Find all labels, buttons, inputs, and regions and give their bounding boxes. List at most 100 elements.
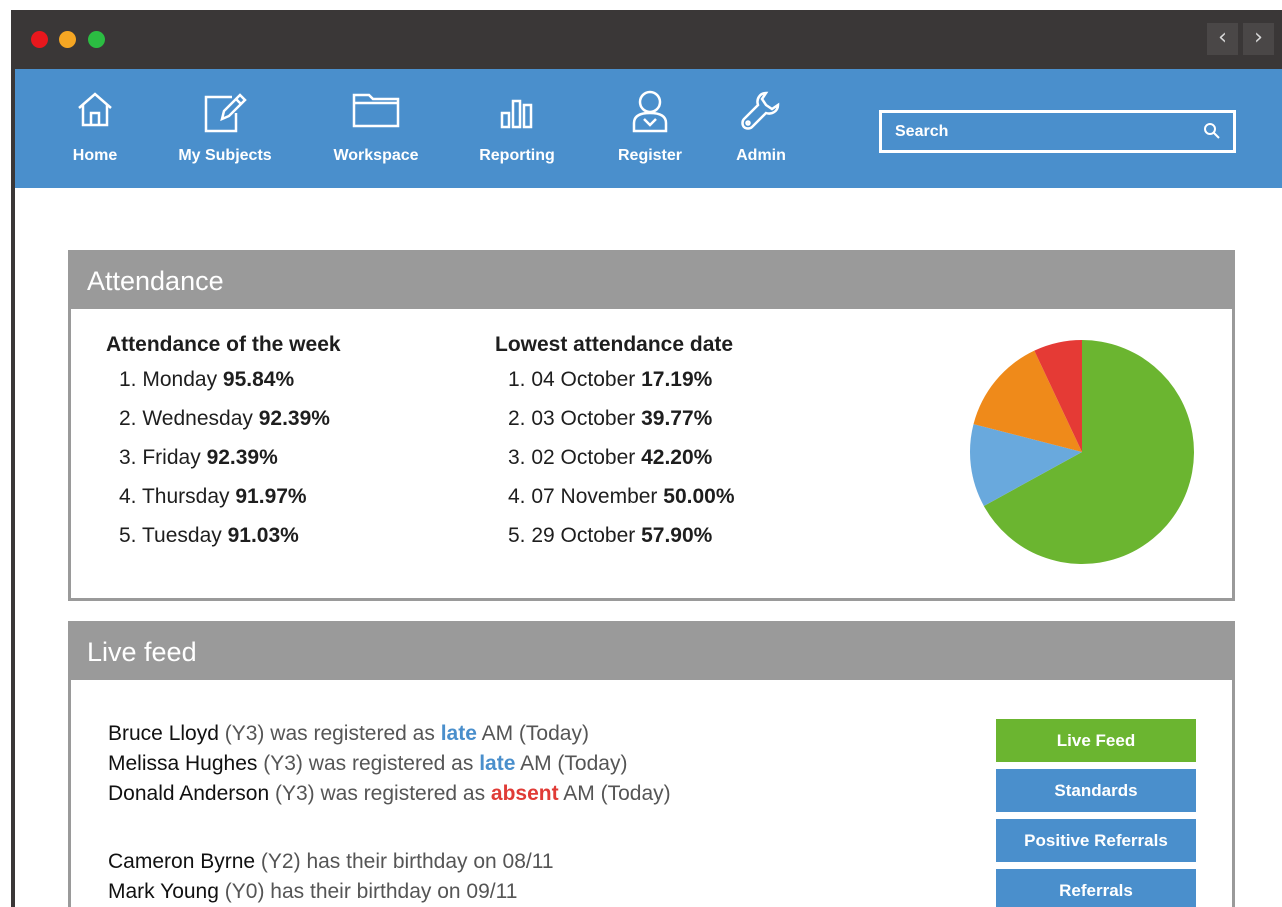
attendance-pie-chart xyxy=(970,340,1194,564)
day: Tuesday xyxy=(141,524,222,547)
attendance-panel: Attendance Attendance of the week 1. Mon… xyxy=(68,250,1235,601)
rank: 2. xyxy=(119,407,137,430)
student-year: (Y3) xyxy=(263,752,303,775)
week-attendance-list: 1. Monday 95.84% 2. Wednesday 92.39% 3. Fr… xyxy=(106,367,341,562)
notebook-pencil-icon xyxy=(204,93,247,133)
maximize-window-button[interactable] xyxy=(88,31,105,48)
nav-workspace-label: Workspace xyxy=(333,147,419,164)
live-feed-button[interactable]: Live Feed xyxy=(996,719,1196,762)
percentage: 39.77% xyxy=(641,407,713,430)
nav-home-label: Home xyxy=(72,147,118,164)
lowest-attendance-column: Lowest attendance date 1. 04 October 17.… xyxy=(495,333,735,562)
date: 29 October xyxy=(531,524,636,547)
feed-birthday: Mark Young (Y0) has their birthday on 09… xyxy=(108,877,671,907)
date: 02 October xyxy=(531,446,636,469)
week-attendance-item: 5. Tuesday 91.03% xyxy=(106,523,341,562)
live-feed-panel: Live feed Bruce Lloyd (Y3) was registere… xyxy=(68,621,1235,907)
percentage: 42.20% xyxy=(641,446,713,469)
feed-list: Bruce Lloyd (Y3) was registered as late … xyxy=(108,719,671,907)
percentage: 91.03% xyxy=(227,524,299,547)
rank: 4. xyxy=(119,485,137,508)
rank: 3. xyxy=(119,446,137,469)
rank: 5. xyxy=(508,524,526,547)
feed-event: Melissa Hughes (Y3) was registered as la… xyxy=(108,749,671,779)
live-feed-title: Live feed xyxy=(71,624,1232,680)
feed-birthday: Cameron Byrne (Y2) has their birthday on… xyxy=(108,847,671,877)
nav-my-subjects-label: My Subjects xyxy=(178,147,272,164)
event-tail: AM (Today) xyxy=(563,782,671,805)
nav-workspace[interactable]: Workspace xyxy=(321,69,431,188)
feed-event: Donald Anderson (Y3) was registered as a… xyxy=(108,779,671,809)
attendance-status: absent xyxy=(490,782,559,805)
rank: 5. xyxy=(119,524,137,547)
back-icon[interactable]: ‹ xyxy=(1207,23,1238,55)
positive-referrals-button[interactable]: Positive Referrals xyxy=(996,819,1196,862)
event-text: was registered as xyxy=(320,782,486,805)
event-tail: AM (Today) xyxy=(481,722,589,745)
student-year: (Y2) xyxy=(260,850,301,873)
search-placeholder: Search xyxy=(895,123,949,140)
student-year: (Y3) xyxy=(224,722,265,745)
day: Wednesday xyxy=(142,407,253,430)
nav-home[interactable]: Home xyxy=(55,69,135,188)
rank: 2. xyxy=(508,407,526,430)
student-name[interactable]: Melissa Hughes xyxy=(108,752,257,775)
referrals-button[interactable]: Referrals xyxy=(996,869,1196,907)
browser-window: ‹ › Home My Subjects Workspace Reporting… xyxy=(11,10,1282,907)
student-name[interactable]: Cameron Byrne xyxy=(108,850,255,873)
week-attendance-item: 4. Thursday 91.97% xyxy=(106,484,341,523)
rank: 1. xyxy=(508,368,526,391)
search-icon[interactable] xyxy=(1203,122,1221,140)
student-name[interactable]: Donald Anderson xyxy=(108,782,269,805)
standards-button[interactable]: Standards xyxy=(996,769,1196,812)
student-name[interactable]: Bruce Lloyd xyxy=(108,722,219,745)
minimize-window-button[interactable] xyxy=(59,31,76,48)
week-attendance-item: 1. Monday 95.84% xyxy=(106,367,341,406)
date: 03 October xyxy=(531,407,636,430)
wrench-icon xyxy=(741,91,780,130)
date: 07 November xyxy=(531,485,658,508)
birthday-text: has their birthday on 09/11 xyxy=(270,880,518,903)
title-bar: ‹ › xyxy=(15,10,1282,69)
lowest-attendance-item: 2. 03 October 39.77% xyxy=(495,406,735,445)
lowest-attendance-item: 1. 04 October 17.19% xyxy=(495,367,735,406)
percentage: 91.97% xyxy=(235,485,307,508)
lowest-attendance-title: Lowest attendance date xyxy=(495,333,734,356)
search-input[interactable]: Search xyxy=(879,110,1236,153)
rank: 1. xyxy=(119,368,137,391)
day: Friday xyxy=(142,446,201,469)
day: Monday xyxy=(142,368,218,391)
birthday-text: has their birthday on 08/11 xyxy=(306,850,554,873)
week-attendance-item: 2. Wednesday 92.39% xyxy=(106,406,341,445)
user-icon xyxy=(632,90,668,133)
day: Thursday xyxy=(141,485,230,508)
attendance-title: Attendance xyxy=(71,253,1232,309)
week-attendance-column: Attendance of the week 1. Monday 95.84% 2… xyxy=(106,333,341,562)
lowest-attendance-item: 4. 07 November 50.00% xyxy=(495,484,735,523)
forward-icon[interactable]: › xyxy=(1243,23,1274,55)
feed-spacer xyxy=(108,809,671,847)
percentage: 95.84% xyxy=(222,368,295,391)
close-window-button[interactable] xyxy=(31,31,48,48)
nav-admin-label: Admin xyxy=(736,147,786,164)
lowest-attendance-item: 5. 29 October 57.90% xyxy=(495,523,735,562)
event-text: was registered as xyxy=(270,722,435,745)
attendance-status: late xyxy=(479,752,516,775)
nav-reporting[interactable]: Reporting xyxy=(467,69,567,188)
percentage: 17.19% xyxy=(641,368,713,391)
student-name[interactable]: Mark Young xyxy=(108,880,219,903)
event-text: was registered as xyxy=(308,752,474,775)
bar-chart-icon xyxy=(500,99,533,129)
nav-admin[interactable]: Admin xyxy=(721,69,801,188)
nav-reporting-label: Reporting xyxy=(479,147,555,164)
date: 04 October xyxy=(531,368,636,391)
nav-my-subjects[interactable]: My Subjects xyxy=(165,69,285,188)
week-attendance-item: 3. Friday 92.39% xyxy=(106,445,341,484)
nav-register-label: Register xyxy=(617,147,683,164)
main-navbar: Home My Subjects Workspace Reporting Reg… xyxy=(15,69,1282,188)
percentage: 92.39% xyxy=(206,446,278,469)
percentage: 92.39% xyxy=(258,407,330,430)
percentage: 50.00% xyxy=(663,485,735,508)
folder-icon xyxy=(352,93,400,128)
nav-register[interactable]: Register xyxy=(605,69,695,188)
